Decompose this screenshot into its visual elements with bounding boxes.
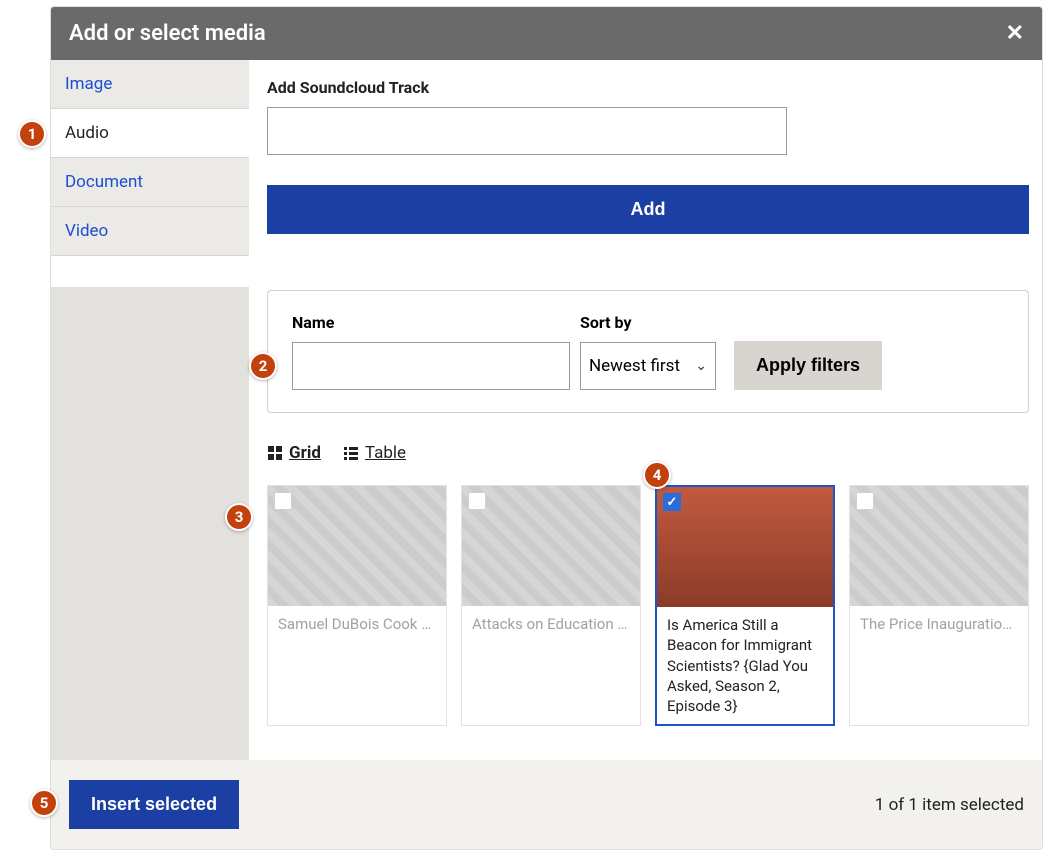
annotation-3: 3 [225, 503, 253, 531]
name-filter-input[interactable] [292, 342, 570, 390]
list-icon [343, 445, 359, 461]
media-title: Samuel DuBois Cook A… [268, 606, 446, 725]
select-checkbox[interactable] [274, 492, 292, 510]
view-grid-label: Grid [289, 443, 321, 463]
media-card[interactable]: The Price Inauguration,… [849, 485, 1029, 726]
apply-filters-button[interactable]: Apply filters [734, 341, 882, 390]
soundcloud-label: Add Soundcloud Track [267, 78, 1029, 97]
media-select-modal: Add or select media ✕ Image Audio Docume… [50, 6, 1043, 850]
media-thumbnail [268, 486, 446, 606]
media-card[interactable]: Samuel DuBois Cook A… [267, 485, 447, 726]
name-filter-label: Name [292, 313, 570, 332]
filters-panel: Name Sort by Newest first ⌄ Apply filter… [267, 290, 1029, 413]
add-button[interactable]: Add [267, 185, 1029, 234]
modal-body: Image Audio Document Video Add Soundclou… [51, 60, 1042, 760]
tab-image[interactable]: Image [51, 60, 249, 109]
media-title: The Price Inauguration,… [850, 606, 1028, 725]
sort-value: Newest first [589, 356, 680, 376]
media-card[interactable]: ✓ Is America Still a Beacon for Immigran… [655, 485, 835, 726]
modal-header: Add or select media ✕ [51, 7, 1042, 60]
select-checkbox[interactable] [468, 492, 486, 510]
select-checkbox[interactable] [856, 492, 874, 510]
annotation-4: 4 [643, 461, 671, 489]
chevron-down-icon: ⌄ [695, 358, 707, 374]
annotation-5: 5 [30, 789, 58, 817]
modal-footer: Insert selected 1 of 1 item selected [51, 760, 1042, 849]
view-switcher: Grid Table [267, 443, 1029, 463]
modal-title: Add or select media [69, 21, 266, 46]
close-icon[interactable]: ✕ [1006, 23, 1024, 45]
media-grid: Samuel DuBois Cook A… Attacks on Educati… [267, 485, 1029, 726]
tab-audio[interactable]: Audio [51, 109, 249, 158]
sort-select[interactable]: Newest first ⌄ [580, 342, 716, 390]
view-grid[interactable]: Grid [267, 443, 321, 463]
annotation-2: 2 [249, 352, 277, 380]
select-checkbox[interactable]: ✓ [663, 493, 681, 511]
media-thumbnail [850, 486, 1028, 606]
media-thumbnail [462, 486, 640, 606]
media-card[interactable]: Attacks on Education H… [461, 485, 641, 726]
media-thumbnail: ✓ [657, 487, 833, 607]
media-title: Attacks on Education H… [462, 606, 640, 725]
main-panel: Add Soundcloud Track Add Name Sort by Ne… [249, 60, 1043, 760]
sort-label: Sort by [580, 313, 716, 332]
view-table[interactable]: Table [343, 443, 406, 463]
soundcloud-input[interactable] [267, 107, 787, 155]
annotation-1: 1 [18, 120, 46, 148]
sidebar-fill [51, 287, 249, 760]
tab-document[interactable]: Document [51, 158, 249, 207]
tab-video[interactable]: Video [51, 207, 249, 256]
media-title: Is America Still a Beacon for Immigrant … [657, 607, 833, 724]
selection-status: 1 of 1 item selected [875, 795, 1024, 815]
insert-selected-button[interactable]: Insert selected [69, 780, 239, 829]
sidebar-gap [51, 256, 249, 287]
grid-icon [267, 445, 283, 461]
view-table-label: Table [365, 443, 406, 463]
media-type-sidebar: Image Audio Document Video [51, 60, 249, 760]
